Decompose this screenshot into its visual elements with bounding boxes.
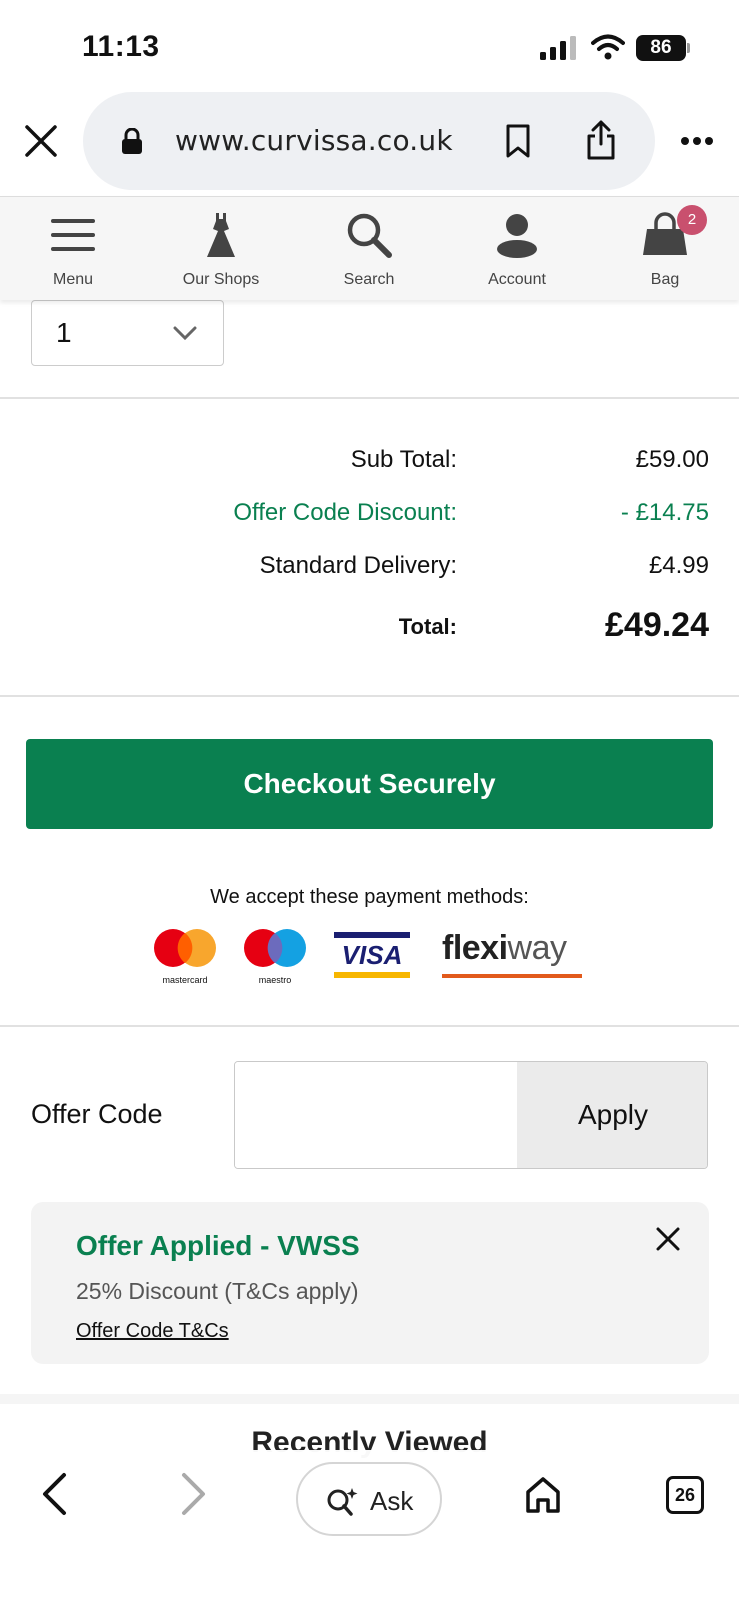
cellular-signal-icon — [540, 36, 576, 60]
browser-toolbar: Ask 26 — [0, 1450, 739, 1600]
quantity-value: 1 — [56, 317, 72, 348]
nav-bag[interactable]: 2 Bag — [605, 197, 725, 301]
status-time: 11:13 — [82, 30, 160, 63]
bag-count-badge: 2 — [677, 205, 707, 235]
flexiway-label: flexiway — [442, 929, 567, 967]
divider — [0, 397, 739, 399]
more-options-icon[interactable] — [680, 136, 714, 146]
visa-logo: VISA — [334, 932, 410, 982]
search-icon — [347, 213, 392, 258]
dress-icon — [207, 213, 235, 257]
nav-our-shops[interactable]: Our Shops — [161, 197, 281, 301]
nav-our-shops-label: Our Shops — [182, 271, 260, 288]
back-arrow-icon[interactable] — [40, 1472, 68, 1516]
nav-search[interactable]: Search — [309, 197, 429, 301]
total-value: £49.24 — [605, 606, 709, 644]
subtotal-value: £59.00 — [635, 446, 709, 473]
site-navigation: Menu Our Shops Search Account 2 Bag — [0, 196, 739, 300]
visa-label: VISA — [341, 940, 403, 970]
url-text[interactable]: www.curvissa.co.uk — [175, 124, 453, 157]
mastercard-logo: mastercard — [152, 928, 218, 985]
nav-menu-label: Menu — [52, 271, 94, 288]
nav-account[interactable]: Account — [457, 197, 577, 301]
wifi-icon — [591, 34, 625, 60]
offer-applied-title: Offer Applied - VWSS — [76, 1230, 360, 1261]
hamburger-icon — [51, 219, 95, 251]
checkout-securely-button[interactable]: Checkout Securely — [26, 739, 713, 829]
payment-methods-text: We accept these payment methods: — [210, 886, 529, 908]
tabs-count-button[interactable]: 26 — [666, 1476, 704, 1514]
offer-terms-link[interactable]: Offer Code T&Cs — [76, 1320, 229, 1343]
home-icon[interactable] — [524, 1476, 562, 1514]
status-bar: 11:13 86 — [0, 0, 739, 92]
delivery-label: Standard Delivery: — [259, 552, 457, 579]
discount-value: - £14.75 — [620, 499, 709, 526]
share-icon[interactable] — [585, 120, 617, 160]
ask-button[interactable]: Ask — [296, 1462, 442, 1536]
offer-code-input[interactable] — [235, 1062, 517, 1168]
chevron-down-icon — [173, 326, 197, 341]
remove-offer-close-icon[interactable] — [655, 1226, 681, 1252]
browser-url-row: www.curvissa.co.uk — [0, 92, 739, 192]
offer-code-group: Apply — [234, 1061, 708, 1169]
sparkle-search-icon — [327, 1488, 358, 1516]
offer-code-label: Offer Code — [31, 1099, 163, 1129]
nav-account-label: Account — [488, 271, 546, 288]
mastercard-label: mastercard — [162, 975, 208, 985]
maestro-label: maestro — [258, 975, 292, 985]
account-icon — [497, 214, 537, 258]
battery-icon: 86 — [636, 35, 690, 61]
offer-applied-panel: Offer Applied - VWSS 25% Discount (T&Cs … — [31, 1202, 709, 1364]
divider — [0, 695, 739, 697]
ask-label: Ask — [370, 1486, 414, 1516]
nav-bag-label: Bag — [650, 271, 680, 288]
forward-arrow-icon[interactable] — [180, 1472, 208, 1516]
nav-search-label: Search — [343, 271, 395, 288]
nav-menu[interactable]: Menu — [13, 197, 133, 301]
lock-icon — [122, 128, 142, 154]
total-label: Total: — [398, 614, 457, 639]
apply-button[interactable]: Apply — [517, 1062, 707, 1168]
bookmark-icon[interactable] — [504, 124, 532, 158]
quantity-select[interactable]: 1 — [31, 300, 224, 366]
close-icon[interactable] — [22, 122, 60, 160]
delivery-value: £4.99 — [648, 552, 709, 579]
address-bar[interactable]: www.curvissa.co.uk — [83, 92, 655, 190]
battery-level: 86 — [636, 35, 686, 61]
maestro-logo: maestro — [242, 928, 308, 985]
section-separator — [0, 1394, 739, 1404]
discount-label: Offer Code Discount: — [233, 499, 457, 526]
offer-applied-description: 25% Discount (T&Cs apply) — [76, 1278, 359, 1304]
flexiway-logo: flexiway — [442, 926, 590, 982]
subtotal-label: Sub Total: — [350, 446, 457, 473]
divider — [0, 1025, 739, 1027]
